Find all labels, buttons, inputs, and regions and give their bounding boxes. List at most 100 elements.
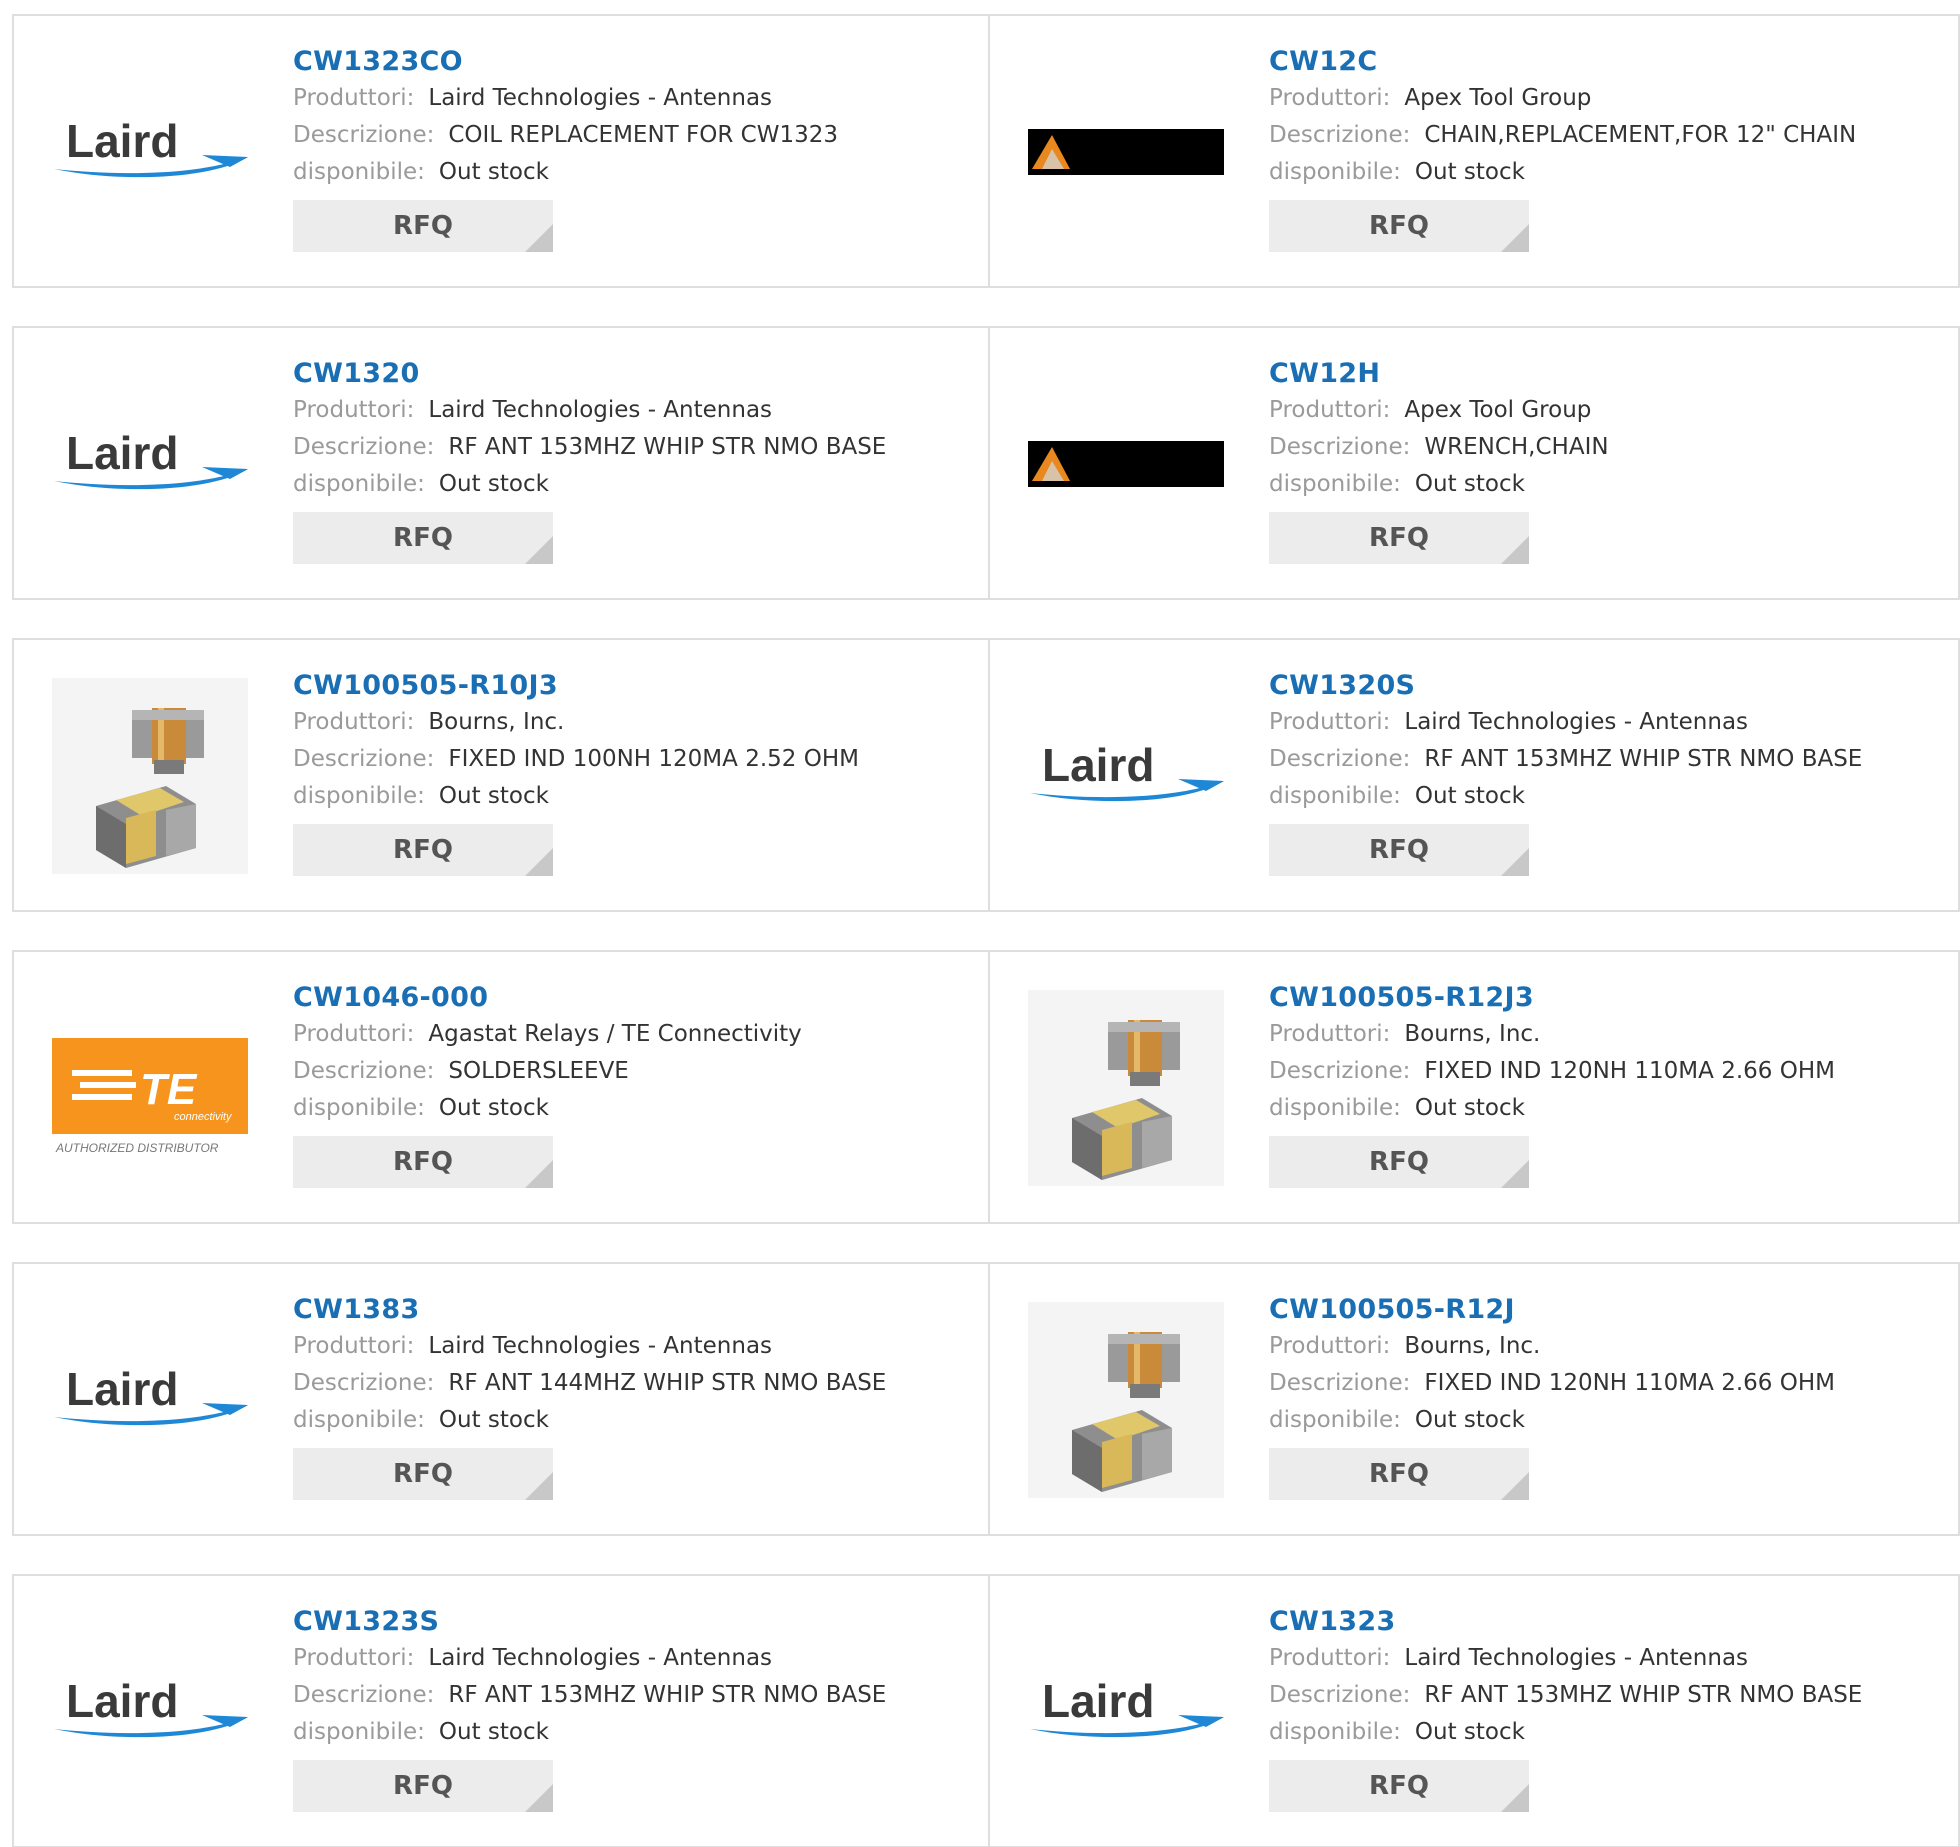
availability-label: disponibile: — [1269, 783, 1401, 809]
description-value: SOLDERSLEEVE — [448, 1058, 629, 1084]
inductor-image[interactable] — [52, 678, 248, 874]
rfq-button[interactable]: RFQ — [1269, 512, 1529, 564]
product-card: CW12C Produttori: Apex Tool Group Descriz… — [988, 14, 1960, 288]
manufacturer-value: Apex Tool Group — [1404, 397, 1592, 423]
corner-fold-icon — [525, 848, 553, 876]
manufacturer-row: Produttori: Laird Technologies - Antennas — [1269, 704, 1862, 741]
product-title-link[interactable]: CW1383 — [293, 1292, 886, 1328]
laird-logo[interactable]: Laird — [52, 366, 248, 562]
description-row: Descrizione: WRENCH,CHAIN — [1269, 429, 1609, 466]
description-label: Descrizione: — [293, 1370, 435, 1396]
availability-label: disponibile: — [1269, 1095, 1401, 1121]
corner-fold-icon — [525, 224, 553, 252]
description-row: Descrizione: RF ANT 144MHZ WHIP STR NMO B… — [293, 1365, 886, 1402]
manufacturer-label: Produttori: — [1269, 1333, 1391, 1359]
manufacturer-row: Produttori: Agastat Relays / TE Connectiv… — [293, 1016, 802, 1053]
manufacturer-label: Produttori: — [293, 709, 415, 735]
availability-value: Out stock — [1414, 471, 1525, 497]
rfq-button[interactable]: RFQ — [293, 1760, 553, 1812]
apex-logo[interactable] — [1028, 366, 1224, 562]
corner-fold-icon — [525, 1472, 553, 1500]
description-value: COIL REPLACEMENT FOR CW1323 — [448, 122, 838, 148]
description-value: FIXED IND 120NH 110MA 2.66 OHM — [1424, 1058, 1835, 1084]
availability-row: disponibile: Out stock — [293, 154, 838, 191]
product-title-link[interactable]: CW1323 — [1269, 1604, 1862, 1640]
te-logo[interactable]: TE connectivity AUTHORIZED DISTRIBUTOR — [52, 990, 248, 1186]
product-card: TE connectivity AUTHORIZED DISTRIBUTOR C… — [12, 950, 990, 1224]
corner-fold-icon — [1501, 224, 1529, 252]
product-title-link[interactable]: CW1323S — [293, 1604, 886, 1640]
product-title-link[interactable]: CW100505-R12J3 — [1269, 980, 1835, 1016]
rfq-button[interactable]: RFQ — [1269, 1136, 1529, 1188]
product-title-link[interactable]: CW1320 — [293, 356, 886, 392]
laird-logo[interactable]: Laird — [1028, 678, 1224, 874]
svg-text:connectivity: connectivity — [174, 1111, 233, 1123]
corner-fold-icon — [525, 1784, 553, 1812]
rfq-button[interactable]: RFQ — [293, 1448, 553, 1500]
description-value: FIXED IND 100NH 120MA 2.52 OHM — [448, 746, 859, 772]
product-row: CW100505-R10J3 Produttori: Bourns, Inc. D… — [12, 638, 1960, 912]
availability-value: Out stock — [438, 471, 549, 497]
manufacturer-value: Bourns, Inc. — [1404, 1021, 1541, 1047]
corner-fold-icon — [525, 536, 553, 564]
product-row: Laird CW1383 Produttori: Laird Technologi… — [12, 1262, 1960, 1536]
rfq-button[interactable]: RFQ — [293, 1136, 553, 1188]
product-title-link[interactable]: CW1046-000 — [293, 980, 802, 1016]
rfq-button[interactable]: RFQ — [293, 200, 553, 252]
product-title-link[interactable]: CW1323CO — [293, 44, 838, 80]
product-card: Laird CW1320S Produttori: Laird Technolog… — [988, 638, 1960, 912]
product-title-link[interactable]: CW100505-R12J — [1269, 1292, 1835, 1328]
corner-fold-icon — [1501, 848, 1529, 876]
product-row: Laird CW1323S Produttori: Laird Technolog… — [12, 1574, 1960, 1847]
manufacturer-label: Produttori: — [1269, 397, 1391, 423]
rfq-button[interactable]: RFQ — [293, 824, 553, 876]
availability-row: disponibile: Out stock — [1269, 154, 1856, 191]
svg-text:AUTHORIZED DISTRIBUTOR: AUTHORIZED DISTRIBUTOR — [55, 1141, 219, 1155]
product-title-link[interactable]: CW12C — [1269, 44, 1856, 80]
description-label: Descrizione: — [1269, 1370, 1411, 1396]
description-value: RF ANT 153MHZ WHIP STR NMO BASE — [1424, 746, 1863, 772]
availability-label: disponibile: — [293, 1095, 425, 1121]
product-title-link[interactable]: CW1320S — [1269, 668, 1862, 704]
product-card: Laird CW1323 Produttori: Laird Technologi… — [988, 1574, 1960, 1847]
product-grid: Laird CW1323CO Produttori: Laird Technolo… — [0, 0, 1960, 1847]
inductor-image[interactable] — [1028, 1302, 1224, 1498]
availability-label: disponibile: — [293, 159, 425, 185]
svg-text:Laird: Laird — [66, 117, 178, 167]
rfq-button[interactable]: RFQ — [293, 512, 553, 564]
laird-logo[interactable]: Laird — [52, 54, 248, 250]
rfq-button[interactable]: RFQ — [1269, 824, 1529, 876]
description-value: WRENCH,CHAIN — [1424, 434, 1609, 460]
product-title-link[interactable]: CW100505-R10J3 — [293, 668, 859, 704]
product-card: CW100505-R12J Produttori: Bourns, Inc. De… — [988, 1262, 1960, 1536]
description-label: Descrizione: — [293, 746, 435, 772]
manufacturer-row: Produttori: Laird Technologies - Antennas — [293, 392, 886, 429]
svg-text:Laird: Laird — [1042, 1677, 1154, 1727]
description-row: Descrizione: RF ANT 153MHZ WHIP STR NMO B… — [1269, 741, 1862, 778]
rfq-button[interactable]: RFQ — [1269, 1760, 1529, 1812]
description-label: Descrizione: — [293, 1682, 435, 1708]
manufacturer-value: Laird Technologies - Antennas — [1404, 709, 1749, 735]
corner-fold-icon — [1501, 1472, 1529, 1500]
availability-row: disponibile: Out stock — [293, 778, 859, 815]
manufacturer-label: Produttori: — [1269, 85, 1391, 111]
manufacturer-row: Produttori: Laird Technologies - Antennas — [293, 1328, 886, 1365]
rfq-button[interactable]: RFQ — [1269, 1448, 1529, 1500]
description-row: Descrizione: RF ANT 153MHZ WHIP STR NMO B… — [293, 1677, 886, 1714]
laird-logo[interactable]: Laird — [52, 1614, 248, 1810]
availability-label: disponibile: — [293, 471, 425, 497]
availability-label: disponibile: — [1269, 471, 1401, 497]
svg-text:Laird: Laird — [1042, 741, 1154, 791]
laird-logo[interactable]: Laird — [1028, 1614, 1224, 1810]
availability-value: Out stock — [1414, 783, 1525, 809]
availability-value: Out stock — [438, 1407, 549, 1433]
availability-value: Out stock — [1414, 1407, 1525, 1433]
manufacturer-value: Laird Technologies - Antennas — [428, 85, 773, 111]
manufacturer-label: Produttori: — [1269, 1645, 1391, 1671]
apex-logo[interactable] — [1028, 54, 1224, 250]
inductor-image[interactable] — [1028, 990, 1224, 1186]
product-title-link[interactable]: CW12H — [1269, 356, 1609, 392]
laird-logo[interactable]: Laird — [52, 1302, 248, 1498]
rfq-button[interactable]: RFQ — [1269, 200, 1529, 252]
product-card: Laird CW1323CO Produttori: Laird Technolo… — [12, 14, 990, 288]
